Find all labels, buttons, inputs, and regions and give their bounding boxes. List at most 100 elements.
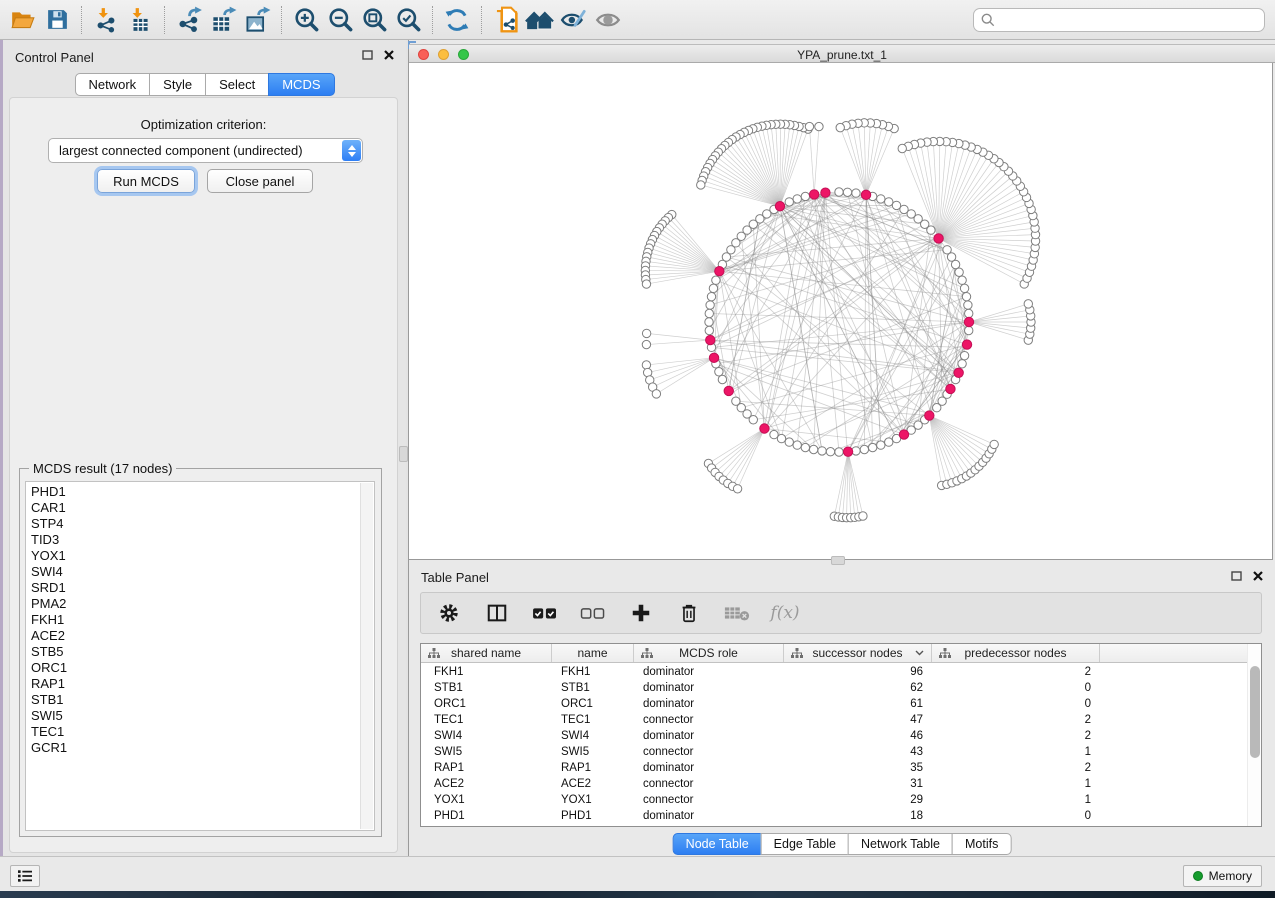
open-network-file-button[interactable] xyxy=(489,4,523,36)
close-table-panel-icon[interactable] xyxy=(1253,571,1263,581)
cell-mcds_role: connector xyxy=(634,744,784,760)
mcds-result-item[interactable]: STP4 xyxy=(26,516,360,532)
table-row[interactable]: PHD1PHD1dominator180 xyxy=(421,808,1247,824)
tab-mcds[interactable]: MCDS xyxy=(268,73,334,96)
table-row[interactable]: ACE2ACE2connector311 xyxy=(421,776,1247,792)
horizontal-split-grip[interactable] xyxy=(831,556,845,565)
toggle-panes-button[interactable] xyxy=(483,599,511,627)
column-header-shared-name[interactable]: shared name xyxy=(421,644,552,662)
table-scrollbar-thumb[interactable] xyxy=(1250,666,1260,758)
table-row[interactable]: SWI5SWI5connector431 xyxy=(421,744,1247,760)
open-folder-icon xyxy=(10,7,36,33)
table-row[interactable]: YOX1YOX1connector291 xyxy=(421,792,1247,808)
memory-button[interactable]: Memory xyxy=(1183,865,1262,887)
mcds-list-scrollbar[interactable] xyxy=(360,483,373,829)
optimization-criterion-value: largest connected component (undirected) xyxy=(59,143,303,158)
close-panel-button[interactable]: Close panel xyxy=(207,169,313,193)
tab-motifs[interactable]: Motifs xyxy=(952,833,1011,855)
list-icon xyxy=(17,869,33,883)
table-row[interactable]: TEC1TEC1connector472 xyxy=(421,712,1247,728)
tab-node-table[interactable]: Node Table xyxy=(673,833,762,855)
function-builder-button[interactable]: f(x) xyxy=(771,599,799,627)
cell-predecessor_nodes: 0 xyxy=(932,680,1100,696)
export-network-button[interactable] xyxy=(172,4,206,36)
close-panel-icon[interactable] xyxy=(384,50,394,60)
tab-network[interactable]: Network xyxy=(74,73,150,96)
cell-mcds_role: dominator xyxy=(634,696,784,712)
vertical-split-grip[interactable] xyxy=(399,446,408,462)
control-panel: Control Panel NetworkStyleSelectMCDS Opt… xyxy=(3,40,406,856)
task-history-button[interactable] xyxy=(10,865,40,887)
mcds-result-item[interactable]: TEC1 xyxy=(26,724,360,740)
mcds-result-item[interactable]: SWI5 xyxy=(26,708,360,724)
tab-select[interactable]: Select xyxy=(205,73,269,96)
select-all-button[interactable] xyxy=(531,599,559,627)
table-row[interactable]: RAP1RAP1dominator352 xyxy=(421,760,1247,776)
tab-edge-table[interactable]: Edge Table xyxy=(761,833,849,855)
network-canvas[interactable] xyxy=(409,63,1273,560)
mcds-result-item[interactable]: TID3 xyxy=(26,532,360,548)
mcds-result-item[interactable]: STB5 xyxy=(26,644,360,660)
show-hide-view-button[interactable] xyxy=(591,4,625,36)
mcds-result-item[interactable]: FKH1 xyxy=(26,612,360,628)
cell-mcds_role: connector xyxy=(634,776,784,792)
table-row[interactable]: SWI4SWI4dominator462 xyxy=(421,728,1247,744)
zoom-in-button[interactable] xyxy=(289,4,323,36)
refresh-view-button[interactable] xyxy=(440,4,474,36)
mcds-result-item[interactable]: ACE2 xyxy=(26,628,360,644)
checked-boxes-icon xyxy=(532,602,558,624)
toggle-style-button[interactable] xyxy=(557,4,591,36)
tab-style[interactable]: Style xyxy=(149,73,206,96)
run-mcds-button[interactable]: Run MCDS xyxy=(97,169,195,193)
column-header-name[interactable]: name xyxy=(552,644,634,662)
delete-table-button[interactable] xyxy=(723,599,751,627)
mcds-result-item[interactable]: GCR1 xyxy=(26,740,360,756)
save-session-button[interactable] xyxy=(40,4,74,36)
column-header-predecessor-nodes[interactable]: predecessor nodes xyxy=(932,644,1100,662)
search-input[interactable] xyxy=(973,8,1265,32)
open-file-button[interactable] xyxy=(6,4,40,36)
float-table-panel-icon[interactable] xyxy=(1231,571,1242,581)
delete-column-button[interactable] xyxy=(675,599,703,627)
mcds-result-item[interactable]: YOX1 xyxy=(26,548,360,564)
mcds-result-item[interactable]: SRD1 xyxy=(26,580,360,596)
tab-network-table[interactable]: Network Table xyxy=(848,833,953,855)
table-row[interactable]: ORC1ORC1dominator610 xyxy=(421,696,1247,712)
network-window-titlebar[interactable]: YPA_prune.txt_1 xyxy=(409,44,1275,63)
search-icon xyxy=(981,13,995,27)
mcds-result-item[interactable]: SWI4 xyxy=(26,564,360,580)
network-canvas-svg xyxy=(409,63,1273,560)
table-settings-button[interactable] xyxy=(435,599,463,627)
mcds-result-list[interactable]: PHD1CAR1STP4TID3YOX1SWI4SRD1PMA2FKH1ACE2… xyxy=(25,481,375,831)
deselect-all-button[interactable] xyxy=(579,599,607,627)
table-row[interactable]: FKH1FKH1dominator962 xyxy=(421,664,1247,680)
cell-name: ACE2 xyxy=(552,776,634,792)
cell-successor_nodes: 62 xyxy=(784,680,932,696)
mcds-result-item[interactable]: PHD1 xyxy=(26,484,360,500)
mcds-result-item[interactable]: STB1 xyxy=(26,692,360,708)
column-header-successor-nodes[interactable]: successor nodes xyxy=(784,644,932,662)
table-scrollbar[interactable] xyxy=(1247,644,1261,826)
import-table-button[interactable] xyxy=(123,4,157,36)
zoom-out-button[interactable] xyxy=(323,4,357,36)
show-all-networks-button[interactable] xyxy=(523,4,557,36)
export-table-button[interactable] xyxy=(206,4,240,36)
optimization-criterion-select[interactable]: largest connected component (undirected) xyxy=(48,138,363,163)
table-row[interactable]: STB1STB1dominator620 xyxy=(421,680,1247,696)
mcds-result-item[interactable]: ORC1 xyxy=(26,660,360,676)
import-network-button[interactable] xyxy=(89,4,123,36)
network-file-icon xyxy=(493,6,520,33)
mcds-result-item[interactable]: CAR1 xyxy=(26,500,360,516)
cell-predecessor_nodes: 1 xyxy=(932,776,1100,792)
zoom-selected-button[interactable] xyxy=(391,4,425,36)
cell-shared_name: TEC1 xyxy=(421,712,552,728)
export-image-button[interactable] xyxy=(240,4,274,36)
mcds-result-item[interactable]: PMA2 xyxy=(26,596,360,612)
zoom-fit-button[interactable] xyxy=(357,4,391,36)
float-panel-icon[interactable] xyxy=(362,50,373,60)
mcds-result-item[interactable]: RAP1 xyxy=(26,676,360,692)
main-toolbar xyxy=(0,0,1275,40)
cell-successor_nodes: 46 xyxy=(784,728,932,744)
add-column-button[interactable] xyxy=(627,599,655,627)
column-header-MCDS-role[interactable]: MCDS role xyxy=(634,644,784,662)
